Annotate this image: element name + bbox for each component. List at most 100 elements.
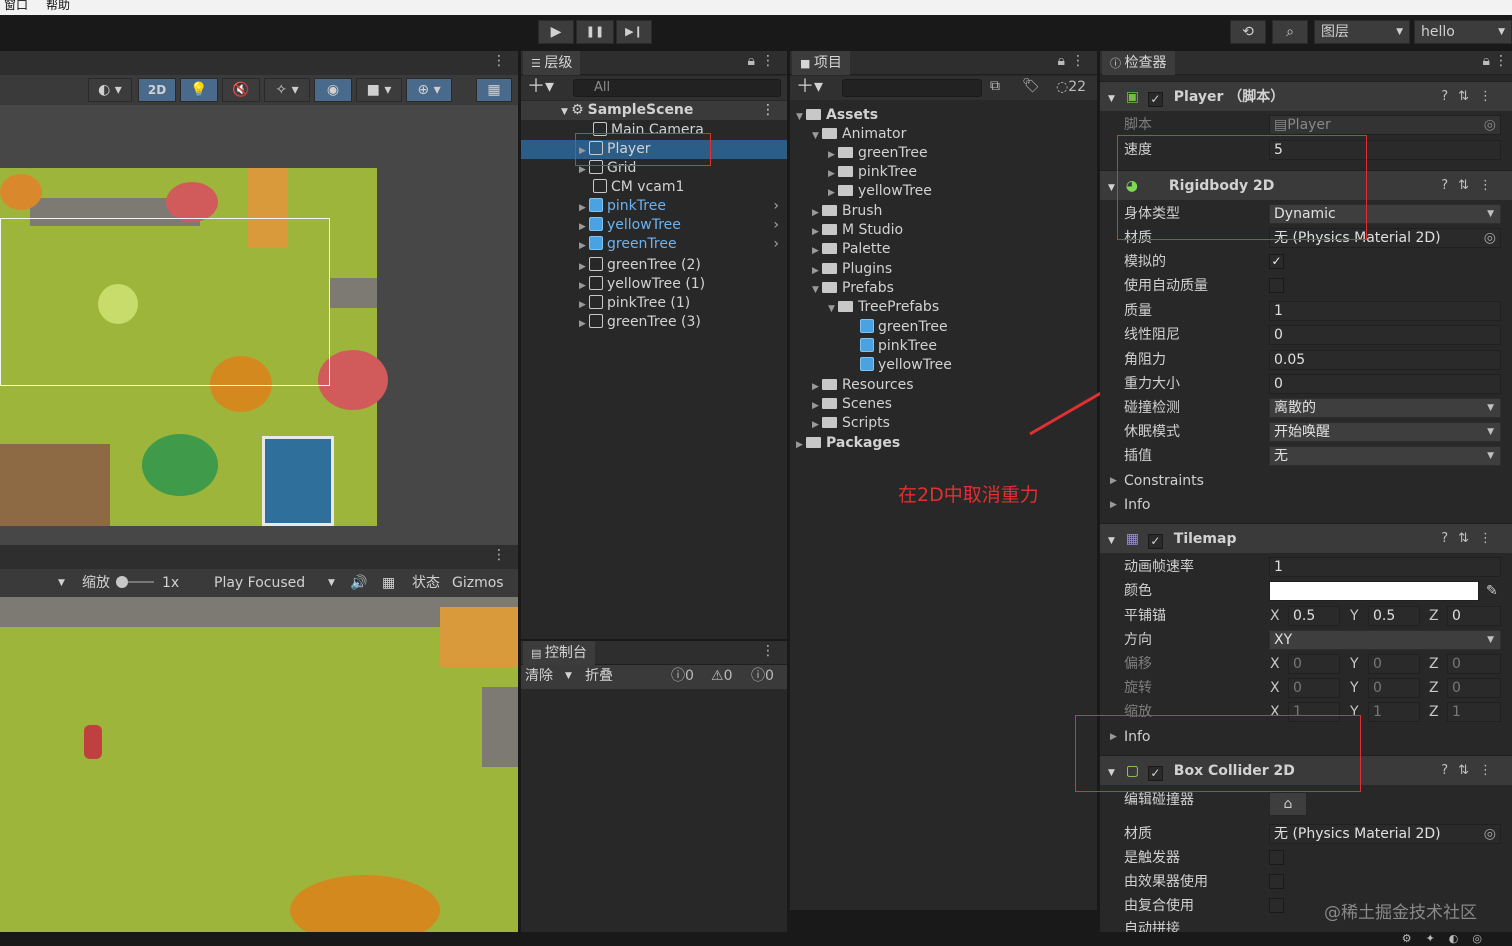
lock-icon[interactable]: 🔒︎	[748, 53, 755, 69]
hierarchy-item[interactable]: CM vcam1	[521, 178, 684, 197]
filter-type-icon[interactable]: ⧉	[990, 78, 1000, 94]
tab-console[interactable]: ▤ 控制台	[523, 641, 595, 665]
project-folder[interactable]: ▼ Animator	[790, 125, 906, 144]
used-by-composite-checkbox[interactable]	[1269, 898, 1284, 913]
component-header-boxcollider2d[interactable]: ▼ ▢ ✓ Box Collider 2D ?⇅⋮	[1100, 755, 1512, 785]
speed-input[interactable]: 5	[1269, 140, 1501, 160]
tab-project[interactable]: ■ 项目	[792, 51, 850, 75]
gizmos-button[interactable]: Gizmos	[452, 569, 504, 597]
orientation-dropdown[interactable]: XY	[1269, 630, 1501, 650]
play-button[interactable]: ▶	[538, 20, 574, 44]
visibility-icon[interactable]: ◉	[314, 78, 352, 102]
hierarchy-item-prefab[interactable]: ▶ pinkTree ›	[521, 197, 787, 216]
hierarchy-item-selected[interactable]: ▶ Player	[521, 140, 787, 159]
menu-window[interactable]: 窗口	[4, 0, 28, 11]
auto-mass-checkbox[interactable]	[1269, 278, 1284, 293]
project-folder[interactable]: ▶ Scenes	[790, 395, 892, 414]
chevron-right-icon[interactable]: ›	[773, 235, 779, 254]
project-folder[interactable]: ▼ Assets	[790, 106, 878, 125]
object-picker-icon[interactable]: ◎	[1484, 229, 1496, 247]
more-icon[interactable]: ⋮	[1494, 53, 1508, 69]
project-asset[interactable]: yellowTree	[790, 356, 952, 375]
stats-grid-icon[interactable]: ▦	[382, 569, 395, 597]
project-folder[interactable]: ▶ yellowTree	[790, 182, 932, 201]
scene-root[interactable]: ▼ ⚙ SampleScene ⋮	[521, 101, 787, 120]
collision-detection-dropdown[interactable]: 离散的	[1269, 398, 1501, 418]
scale-slider-handle[interactable]	[116, 576, 128, 588]
project-search-input[interactable]	[842, 79, 982, 97]
warning-count-button[interactable]: ⚠0	[711, 665, 732, 687]
lighting-icon[interactable]: 💡	[180, 78, 218, 102]
status-icons[interactable]: ⚙✦◐◎	[1402, 932, 1496, 945]
label-icon[interactable]: 🏷︎	[1022, 78, 1040, 94]
hidden-packages-button[interactable]: ◌22	[1056, 79, 1086, 95]
gizmos-icon[interactable]: ⊕ ▾	[406, 78, 452, 102]
chevron-right-icon[interactable]: ›	[773, 197, 779, 216]
component-actions[interactable]: ?⇅⋮	[1441, 524, 1502, 554]
project-folder[interactable]: ▶ Plugins	[790, 260, 892, 279]
hierarchy-item-prefab[interactable]: ▶ greenTree ›	[521, 235, 787, 254]
hierarchy-item-prefab[interactable]: ▶ yellowTree ›	[521, 216, 787, 235]
lock-icon[interactable]: 🔒︎	[1058, 53, 1065, 69]
play-mode-dropdown[interactable]: Play Focused	[214, 569, 305, 597]
chevron-right-icon[interactable]: ›	[773, 216, 779, 235]
constraints-foldout[interactable]: ▶ Constraints	[1110, 470, 1512, 492]
body-type-dropdown[interactable]: Dynamic	[1269, 204, 1501, 224]
component-header-rigidbody2d[interactable]: ▼ ◕ Rigidbody 2D ?⇅⋮	[1100, 170, 1512, 200]
more-icon[interactable]: ⋮	[1071, 53, 1085, 69]
hierarchy-search-input[interactable]: All	[573, 79, 781, 97]
is-trigger-checkbox[interactable]	[1269, 850, 1284, 865]
pause-button[interactable]: ❚❚	[576, 20, 614, 44]
step-button[interactable]: ▶❙	[616, 20, 652, 44]
camera-icon[interactable]: ■ ▾	[356, 78, 402, 102]
component-header-player[interactable]: ▼ ▣ ✓ Player （脚本） ?⇅⋮	[1100, 81, 1512, 111]
lock-icon[interactable]: 🔒︎	[1483, 53, 1490, 69]
enable-checkbox[interactable]: ✓	[1147, 92, 1163, 107]
add-icon[interactable]: ＋▾	[796, 76, 823, 98]
grid-snap-icon[interactable]: ▦	[476, 78, 512, 102]
material-field[interactable]: 无 (Physics Material 2D) ◎	[1269, 228, 1501, 248]
more-icon[interactable]: ⋮	[761, 101, 775, 120]
angular-drag-input[interactable]: 0.05	[1269, 350, 1501, 370]
component-header-tilemap[interactable]: ▼ ▦ ✓ Tilemap ?⇅⋮	[1100, 523, 1512, 553]
frame-rate-input[interactable]: 1	[1269, 557, 1501, 577]
collider-material-field[interactable]: 无 (Physics Material 2D) ◎	[1269, 824, 1501, 844]
tab-hierarchy[interactable]: ☰ 层级	[523, 51, 581, 75]
project-folder[interactable]: ▶ Packages	[790, 434, 900, 453]
project-asset[interactable]: greenTree	[790, 318, 948, 337]
project-folder[interactable]: ▶ greenTree	[790, 144, 928, 163]
error-count-button[interactable]: ⓘ0	[751, 665, 774, 687]
anchor-y-input[interactable]: 0.5	[1368, 606, 1420, 626]
edit-collider-icon[interactable]: ⌂	[1269, 792, 1307, 816]
enable-checkbox[interactable]: ✓	[1147, 766, 1163, 781]
project-asset[interactable]: pinkTree	[790, 337, 937, 356]
history-icon[interactable]: ⟲	[1230, 20, 1266, 44]
project-folder[interactable]: ▶ pinkTree	[790, 163, 917, 182]
log-count-button[interactable]: ⓘ0	[671, 665, 694, 687]
more-icon[interactable]: ⋮	[492, 53, 506, 69]
more-icon[interactable]: ⋮	[761, 643, 775, 659]
hierarchy-item[interactable]: Main Camera	[521, 121, 704, 140]
mute-audio-icon[interactable]: 🔊	[350, 569, 367, 597]
object-picker-icon[interactable]: ◎	[1484, 825, 1496, 843]
anchor-x-input[interactable]: 0.5	[1288, 606, 1340, 626]
color-swatch[interactable]	[1269, 581, 1479, 601]
project-folder[interactable]: ▶ Scripts	[790, 414, 890, 433]
layout-dropdown[interactable]: hello ▼	[1414, 20, 1512, 44]
audio-icon[interactable]: 🔇	[222, 78, 260, 102]
eyedropper-icon[interactable]: ✎	[1486, 580, 1498, 602]
simulated-checkbox[interactable]: ✓	[1269, 254, 1284, 269]
stats-button[interactable]: 状态	[412, 569, 440, 597]
hierarchy-item[interactable]: ▶ pinkTree (1)	[521, 294, 690, 313]
component-actions[interactable]: ?⇅⋮	[1441, 171, 1502, 201]
more-icon[interactable]: ⋮	[492, 547, 506, 563]
mass-input[interactable]: 1	[1269, 301, 1501, 321]
hierarchy-item[interactable]: ▶ greenTree (2)	[521, 256, 701, 275]
linear-drag-input[interactable]: 0	[1269, 325, 1501, 345]
menu-help[interactable]: 帮助	[46, 0, 70, 11]
clear-options-chevron-icon[interactable]: ▼	[565, 665, 572, 687]
anchor-z-input[interactable]: 0	[1447, 606, 1501, 626]
collapse-button[interactable]: 折叠	[585, 665, 613, 687]
enable-checkbox[interactable]: ✓	[1147, 534, 1163, 549]
gravity-scale-input[interactable]: 0	[1269, 374, 1501, 394]
